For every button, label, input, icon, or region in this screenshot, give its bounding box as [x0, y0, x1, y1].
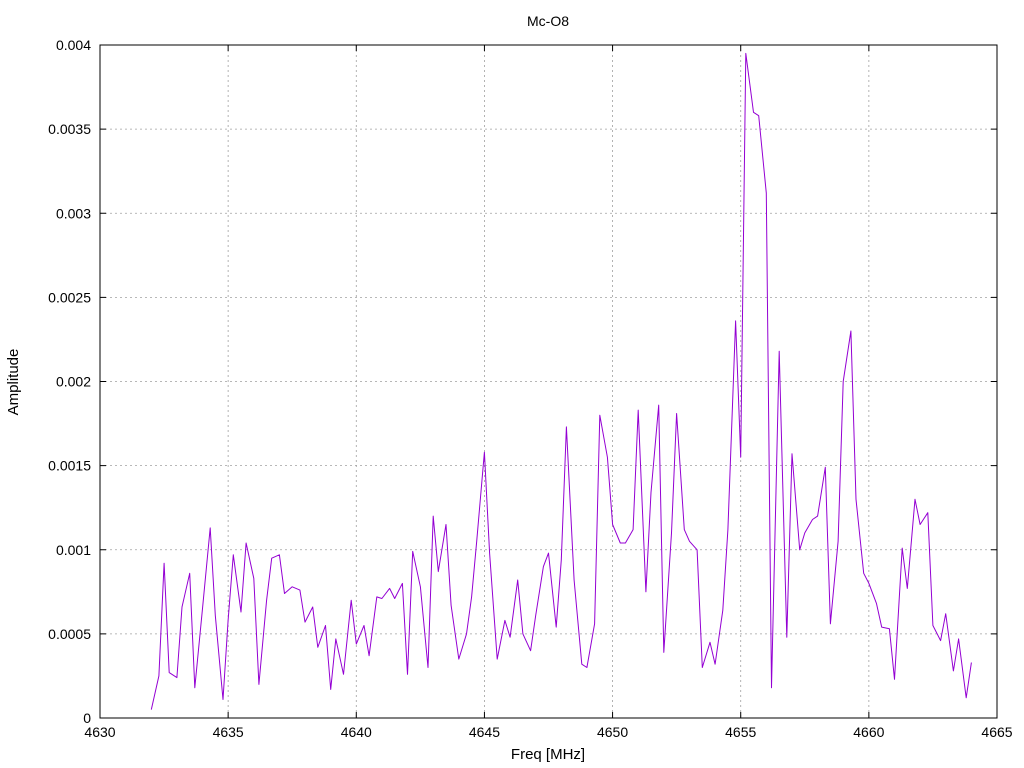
y-tick-label: 0.002 [56, 374, 91, 390]
line-chart: 4630 4635 4640 4645 4650 4655 4660 4665 0 0.0005 0… [0, 0, 1024, 768]
y-tick-label: 0 [83, 710, 91, 726]
x-tick-label: 4665 [981, 724, 1012, 740]
x-tick-label: 4660 [853, 724, 884, 740]
y-tick-label: 0.0035 [48, 121, 91, 137]
x-tick-label: 4645 [469, 724, 500, 740]
x-axis-label: Freq [MHz] [511, 746, 585, 763]
y-tick-label: 0.0025 [48, 289, 91, 305]
y-tick-label: 0.0005 [48, 626, 91, 642]
x-tick-label: 4630 [84, 724, 115, 740]
y-tick-label: 0.0015 [48, 458, 91, 474]
y-axis-label: Amplitude [5, 349, 22, 416]
chart-title: Mc-O8 [527, 13, 569, 29]
x-tick-label: 4650 [597, 724, 628, 740]
y-tick-label: 0.001 [56, 542, 91, 558]
x-tick-label: 4655 [725, 724, 756, 740]
y-tick-label: 0.004 [56, 37, 91, 53]
x-tick-label: 4640 [341, 724, 372, 740]
chart-background [0, 0, 1024, 768]
x-tick-label: 4635 [213, 724, 244, 740]
y-tick-label: 0.003 [56, 205, 91, 221]
